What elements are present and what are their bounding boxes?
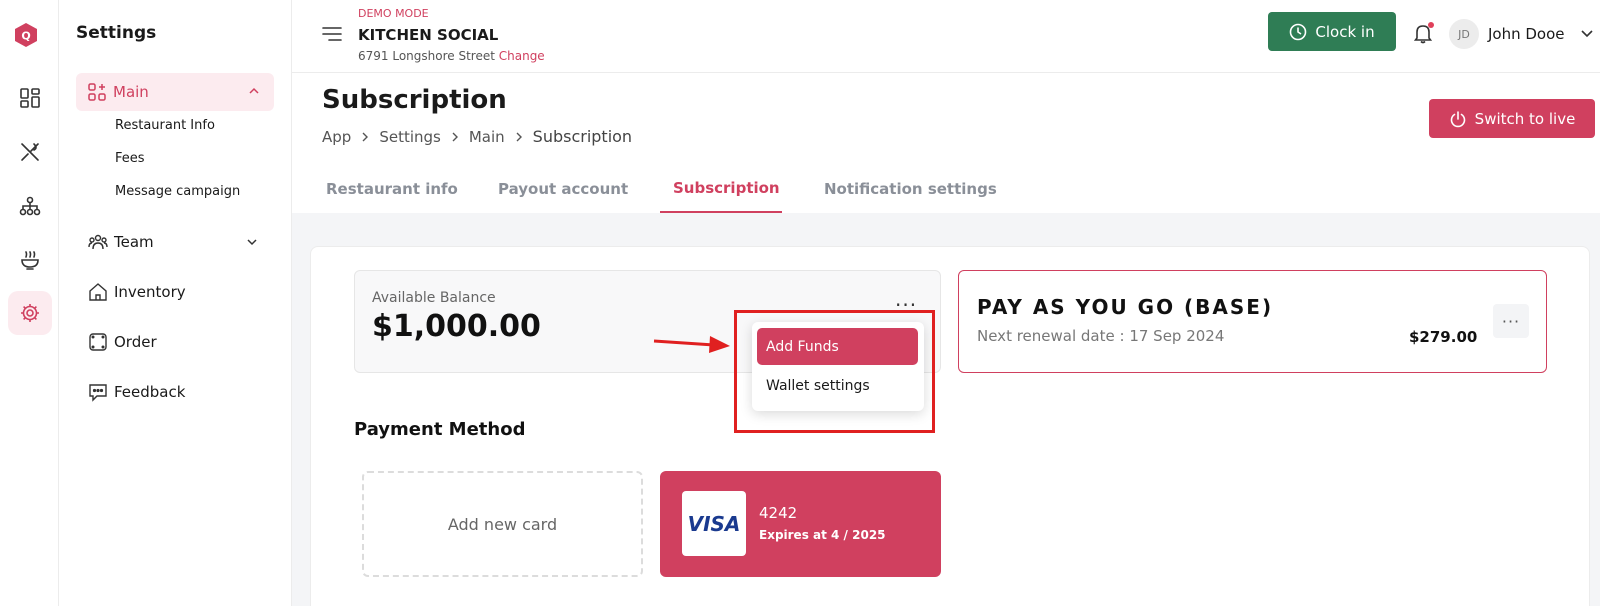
add-new-card-button[interactable]: Add new card [362, 471, 643, 577]
breadcrumb-settings[interactable]: Settings [379, 128, 441, 146]
sidebar-item-label: Feedback [114, 383, 186, 401]
plan-renewal-date: Next renewal date : 17 Sep 2024 [977, 327, 1225, 345]
page-title: Subscription [322, 85, 507, 115]
switch-to-live-button[interactable]: Switch to live [1429, 99, 1595, 138]
sidebar-item-inventory[interactable]: Inventory [88, 282, 186, 302]
venue-address: 6791 Longshore Street Change [358, 49, 545, 63]
notification-badge [1428, 22, 1434, 28]
tab-restaurant-info[interactable]: Restaurant info [326, 180, 458, 198]
sidebar-item-label: Main [113, 83, 149, 101]
chevron-up-icon[interactable] [248, 85, 260, 97]
food-bowl-icon[interactable] [8, 238, 52, 282]
tab-subscription[interactable]: Subscription [673, 179, 780, 197]
clock-in-label: Clock in [1315, 22, 1375, 41]
settings-sidebar: Settings Main Restaurant Info Fees Messa… [60, 0, 292, 606]
balance-amount: $1,000.00 [372, 309, 541, 344]
avatar[interactable]: JD [1449, 19, 1479, 49]
sidebar-item-label: Inventory [114, 283, 186, 301]
sidebar-title: Settings [76, 23, 157, 43]
chevron-right-icon [516, 132, 522, 141]
hierarchy-icon[interactable] [8, 184, 52, 228]
icon-rail: Q [0, 0, 59, 606]
svg-text:Q: Q [21, 30, 30, 43]
notifications-button[interactable] [1412, 22, 1434, 48]
card-last4: 4242 [759, 504, 798, 522]
sidebar-item-label: Order [114, 333, 157, 351]
saved-card[interactable]: VISA 4242 Expires at 4 / 2025 [660, 471, 941, 577]
breadcrumb-app[interactable]: App [322, 128, 351, 146]
sidebar-item-order[interactable]: Order [88, 332, 157, 352]
clock-icon [1290, 23, 1307, 40]
chevron-down-icon[interactable] [1580, 28, 1594, 40]
sidebar-item-feedback[interactable]: Feedback [88, 382, 185, 402]
plan-price: $279.00 [1409, 328, 1478, 346]
sidebar-subitem-fees[interactable]: Fees [115, 151, 145, 166]
breadcrumb: App Settings Main Subscription [322, 127, 632, 146]
sidebar-item-main[interactable]: Main [76, 73, 274, 111]
sidebar-item-label: Team [114, 233, 154, 251]
dashboard-icon[interactable] [8, 76, 52, 120]
feedback-icon [89, 384, 107, 402]
annotation-highlight-box [734, 310, 935, 433]
plan-name: PAY AS YOU GO (BASE) [977, 295, 1274, 319]
gear-icon[interactable] [8, 291, 52, 335]
switch-to-live-label: Switch to live [1474, 109, 1576, 128]
chevron-down-icon[interactable] [246, 236, 258, 248]
sidebar-item-team[interactable]: Team [88, 232, 257, 252]
payment-method-title: Payment Method [354, 419, 526, 440]
sidebar-subitem-restaurant-info[interactable]: Restaurant Info [115, 118, 215, 133]
change-location-link[interactable]: Change [499, 49, 545, 63]
user-name[interactable]: John Dooe [1488, 25, 1565, 43]
plan-card: PAY AS YOU GO (BASE) Next renewal date :… [958, 270, 1547, 373]
team-icon [88, 234, 108, 250]
visa-logo-icon: VISA [682, 491, 746, 556]
order-icon [89, 333, 107, 351]
tab-notification-settings[interactable]: Notification settings [824, 180, 997, 198]
breadcrumb-main[interactable]: Main [469, 128, 505, 146]
menu-icon[interactable] [322, 26, 342, 42]
annotation-arrow-icon [653, 336, 730, 353]
clock-in-button[interactable]: Clock in [1268, 12, 1396, 51]
tab-payout-account[interactable]: Payout account [498, 180, 628, 198]
utensils-icon[interactable] [8, 130, 52, 174]
chevron-right-icon [362, 132, 369, 141]
chevron-right-icon [452, 132, 458, 141]
venue-name: KITCHEN SOCIAL [358, 26, 499, 44]
card-expiry: Expires at 4 / 2025 [759, 528, 886, 542]
sidebar-subitem-message-campaign[interactable]: Message campaign [115, 184, 240, 199]
balance-label: Available Balance [372, 290, 496, 306]
app-logo[interactable]: Q [13, 22, 39, 48]
home-icon [89, 283, 107, 301]
demo-mode-label: DEMO MODE [358, 7, 429, 20]
settings-tabs: Restaurant info Payout account Subscript… [292, 170, 1600, 213]
plan-menu-button[interactable]: ··· [1493, 304, 1529, 338]
top-header: DEMO MODE KITCHEN SOCIAL 6791 Longshore … [292, 0, 1600, 73]
address-text: 6791 Longshore Street [358, 49, 495, 63]
breadcrumb-subscription: Subscription [532, 127, 633, 146]
apps-icon [88, 83, 106, 101]
power-icon [1450, 110, 1465, 127]
